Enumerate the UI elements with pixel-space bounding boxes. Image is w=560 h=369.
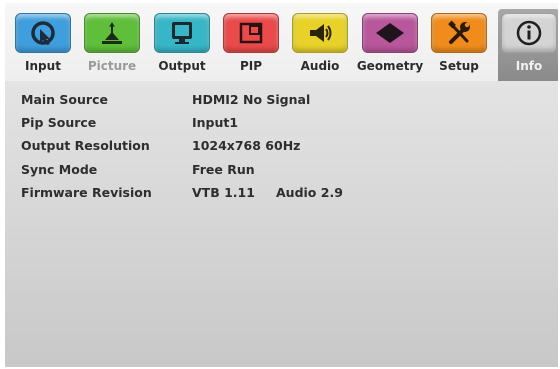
tab-geometry-label: Geometry	[356, 59, 424, 73]
menu-bar: Input Picture Output PIP Audio Geometry …	[5, 3, 558, 81]
info-icon	[501, 13, 557, 53]
firmware-revision-label: Firmware Revision	[21, 185, 152, 200]
input-icon	[15, 13, 71, 53]
firmware-vtb-version: VTB 1.11	[192, 185, 255, 200]
pip-icon	[223, 13, 279, 53]
pip-source-value: Input1	[192, 115, 239, 130]
tab-geometry[interactable]: Geometry	[356, 13, 424, 79]
tab-info[interactable]: Info	[498, 9, 558, 81]
tab-input[interactable]: Input	[12, 13, 74, 79]
picture-icon	[84, 13, 140, 53]
audio-icon	[292, 13, 348, 53]
sync-mode-value: Free Run	[192, 162, 255, 177]
geometry-icon	[362, 13, 418, 53]
tab-output[interactable]: Output	[151, 13, 213, 79]
tab-setup[interactable]: Setup	[428, 13, 490, 79]
pip-source-label: Pip Source	[21, 115, 97, 130]
tab-pip-label: PIP	[239, 59, 263, 73]
output-icon	[154, 13, 210, 53]
main-source-label: Main Source	[21, 92, 108, 107]
firmware-audio-version: Audio 2.9	[276, 185, 343, 200]
tab-audio-label: Audio	[300, 59, 340, 73]
main-source-value: HDMI2 No Signal	[192, 92, 311, 107]
info-panel: Main Source HDMI2 No Signal Pip Source I…	[5, 81, 558, 367]
tab-setup-label: Setup	[439, 59, 479, 73]
osd-window: Input Picture Output PIP Audio Geometry …	[5, 3, 558, 367]
setup-icon	[431, 13, 487, 53]
tab-picture[interactable]: Picture	[81, 13, 143, 79]
tab-picture-label: Picture	[87, 59, 137, 73]
output-resolution-value: 1024x768 60Hz	[192, 138, 301, 153]
tab-pip[interactable]: PIP	[220, 13, 282, 79]
tab-audio[interactable]: Audio	[289, 13, 351, 79]
output-resolution-label: Output Resolution	[21, 138, 150, 153]
tab-info-label: Info	[515, 59, 543, 73]
tab-input-label: Input	[25, 59, 61, 73]
tab-output-label: Output	[158, 59, 206, 73]
sync-mode-label: Sync Mode	[21, 162, 98, 177]
